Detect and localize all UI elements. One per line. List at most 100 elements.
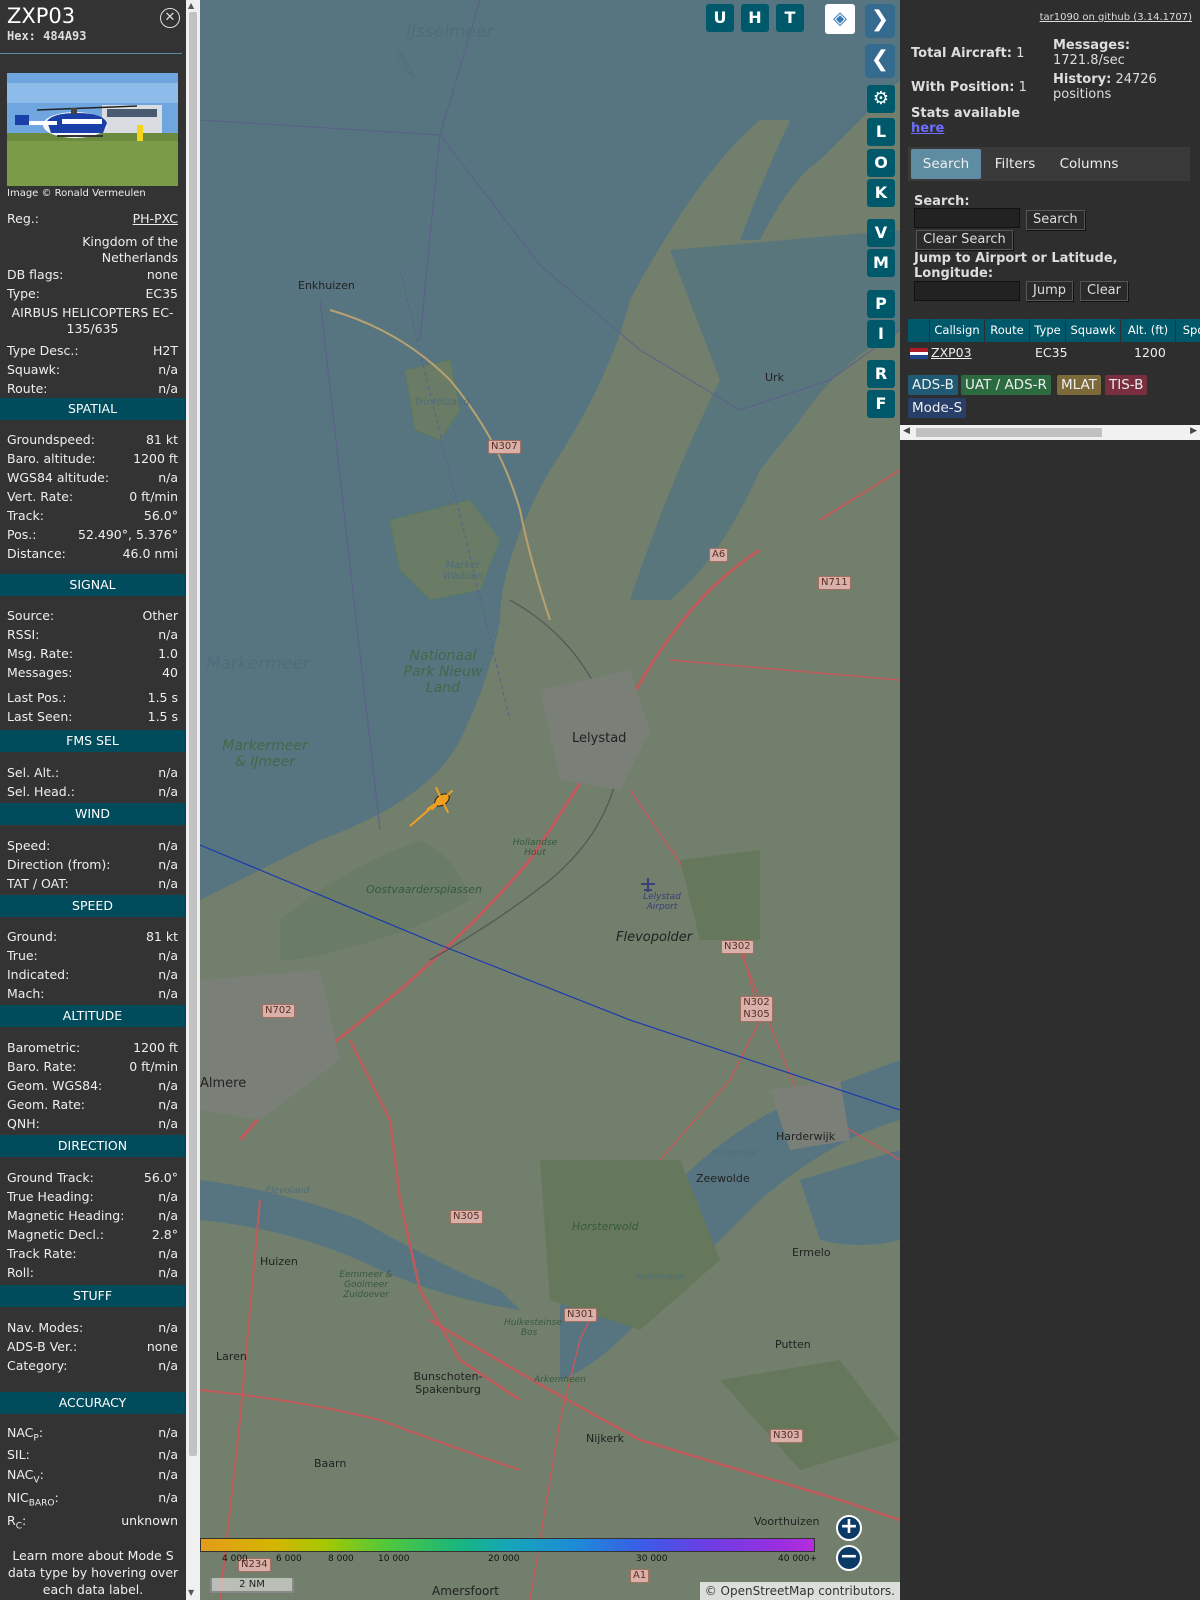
- button-f[interactable]: F: [867, 390, 895, 418]
- aircraft-photo[interactable]: [7, 73, 178, 186]
- zoom-in-button[interactable]: +: [836, 1515, 862, 1541]
- squawk-row: Squawk: n/a: [7, 362, 178, 379]
- jump-button[interactable]: Jump: [1026, 281, 1073, 301]
- accuracy-row: SIL: n/a: [7, 1447, 178, 1464]
- table-header-type[interactable]: Type: [1030, 319, 1066, 342]
- settings-gear-icon[interactable]: ⚙: [867, 85, 895, 113]
- tab-search[interactable]: Search: [911, 149, 981, 179]
- table-header-flag[interactable]: [908, 319, 930, 342]
- direction-value: n/a: [158, 1265, 178, 1280]
- label-wolderwijd: Wolderwijd: [712, 1148, 757, 1157]
- expand-sidebar-icon[interactable]: ❯: [865, 4, 895, 38]
- table-horizontal-scrollbar[interactable]: ◀ ▶: [900, 425, 1200, 440]
- accuracy-value: unknown: [121, 1513, 178, 1528]
- reg-label: Reg.:: [7, 211, 39, 226]
- button-r[interactable]: R: [867, 360, 895, 388]
- scroll-up-icon[interactable]: ▲: [188, 1, 194, 11]
- history-label: History:: [1053, 72, 1112, 87]
- label-text: WGS84 altitude:: [7, 470, 110, 485]
- clear-search-button[interactable]: Clear Search: [916, 230, 1013, 250]
- map[interactable]: IJsselmeer Hylaan Enkhuizen Trintelzand …: [200, 0, 900, 1600]
- row-callsign[interactable]: ZXP03: [931, 344, 972, 362]
- altitude-tick-label: 8 000: [328, 1554, 354, 1564]
- collapse-sidebar-icon[interactable]: ❮: [865, 44, 895, 78]
- netherlands-flag-icon: [910, 348, 928, 359]
- label-text: Track Rate:: [7, 1246, 77, 1261]
- button-u[interactable]: U: [706, 4, 734, 32]
- dbflags-value: none: [146, 267, 178, 282]
- button-o[interactable]: O: [867, 149, 895, 177]
- route-value: n/a: [158, 381, 178, 396]
- search-input[interactable]: [914, 208, 1020, 228]
- button-m[interactable]: M: [867, 249, 895, 277]
- scroll-right-icon[interactable]: ▶: [1190, 426, 1197, 436]
- close-icon[interactable]: ✕: [160, 8, 180, 28]
- signal-row: Last Pos.: 1.5 s: [7, 690, 178, 707]
- info-header: ZXP03 Hex: 484A93 ✕: [0, 0, 182, 54]
- button-k[interactable]: K: [867, 179, 895, 207]
- github-link[interactable]: tar1090 on github (3.14.1707): [1040, 12, 1192, 23]
- tab-columns[interactable]: Columns: [1049, 149, 1129, 179]
- label-marker-wadden: Marker Wadden: [442, 560, 484, 582]
- button-v[interactable]: V: [867, 219, 895, 247]
- signal-label: RSSI:: [7, 627, 39, 643]
- table-header-speed[interactable]: Spd.: [1176, 319, 1200, 342]
- label-ermelo: Ermelo: [792, 1246, 831, 1259]
- spatial-label: Track:: [7, 508, 44, 524]
- map-canvas: [200, 0, 900, 1600]
- label-laren: Laren: [216, 1350, 247, 1363]
- speed-row: Ground: 81 kt: [7, 929, 178, 946]
- stuff-row: ADS-B Ver.: none: [7, 1339, 178, 1356]
- squawk-label: Squawk:: [7, 362, 61, 377]
- scrollbar-thumb[interactable]: [189, 12, 197, 1456]
- table-header-callsign[interactable]: Callsign: [930, 319, 985, 342]
- layers-icon[interactable]: ◈: [825, 4, 855, 34]
- label-horsterwold: Horsterwold: [572, 1220, 639, 1233]
- label-text: Barometric:: [7, 1040, 81, 1055]
- tab-filters[interactable]: Filters: [983, 149, 1047, 179]
- accuracy-row: NACV: n/a: [7, 1467, 178, 1486]
- accuracy-row: RC: unknown: [7, 1513, 178, 1532]
- spatial-row: Distance: 46.0 nmi: [7, 546, 178, 563]
- table-header-route[interactable]: Route: [985, 319, 1030, 342]
- osm-link[interactable]: OpenStreetMap: [721, 1584, 815, 1598]
- spatial-row: Baro. altitude: 1200 ft: [7, 451, 178, 468]
- altitude-value: 0 ft/min: [129, 1059, 178, 1074]
- label-text: Baro. Rate:: [7, 1059, 77, 1074]
- button-p[interactable]: P: [867, 290, 895, 318]
- jump-input[interactable]: [914, 281, 1020, 301]
- table-header-squawk[interactable]: Squawk: [1066, 319, 1121, 342]
- scroll-left-icon[interactable]: ◀: [903, 426, 910, 436]
- horizontal-scrollbar-thumb[interactable]: [916, 428, 1102, 437]
- speed-value: n/a: [158, 948, 178, 963]
- button-l[interactable]: L: [867, 118, 895, 146]
- route-label: Route:: [7, 381, 48, 396]
- with-position: With Position: 1: [911, 80, 1027, 95]
- button-i[interactable]: I: [867, 320, 895, 348]
- road-n303: N303: [770, 1429, 803, 1443]
- label-nijkerk: Nijkerk: [586, 1432, 624, 1445]
- speed-label: Ground:: [7, 929, 57, 945]
- spatial-row: Track: 56.0°: [7, 508, 178, 525]
- spatial-value: 1200 ft: [133, 451, 178, 466]
- search-button[interactable]: Search: [1026, 210, 1085, 230]
- label-lelystad-airport: Lelystad Airport: [643, 892, 681, 912]
- label-almere: Almere: [200, 1076, 247, 1091]
- stats-available: Stats available here: [911, 106, 1020, 136]
- clear-jump-button[interactable]: Clear: [1080, 281, 1128, 301]
- label-text: Magnetic Heading:: [7, 1208, 125, 1223]
- button-t[interactable]: T: [776, 4, 804, 32]
- table-header-altitude[interactable]: Alt. (ft): [1121, 319, 1176, 342]
- source-adsb: ADS-B: [908, 375, 958, 395]
- fms-label: Sel. Head.:: [7, 784, 75, 800]
- stats-here-link[interactable]: here: [911, 121, 944, 136]
- scroll-down-icon[interactable]: ▼: [188, 1588, 194, 1598]
- zoom-out-button[interactable]: −: [836, 1545, 862, 1571]
- button-h[interactable]: H: [741, 4, 769, 32]
- fms-value: n/a: [158, 784, 178, 799]
- road-a1: A1: [630, 1569, 650, 1583]
- label-zeewolde: Zeewolde: [696, 1172, 750, 1185]
- section-stuff-header: STUFF: [0, 1285, 185, 1307]
- reg-link[interactable]: PH-PXC: [133, 211, 178, 227]
- info-scrollbar[interactable]: ▲ ▼: [186, 0, 200, 1600]
